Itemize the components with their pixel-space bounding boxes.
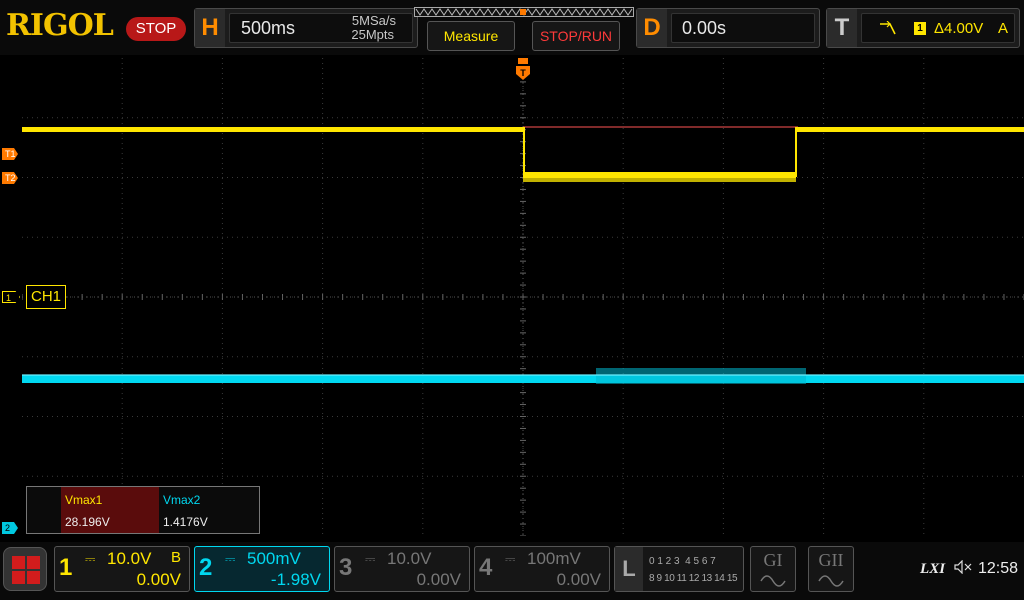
channel-offset: -1.98V xyxy=(270,570,321,589)
speaker-muted-icon[interactable] xyxy=(953,559,972,575)
measurement-name: Vmax1 xyxy=(65,493,103,507)
trigger-source-badge: 1 xyxy=(914,22,926,35)
timebase-value: 500ms xyxy=(241,18,296,38)
logic-tag: L xyxy=(615,547,643,591)
channel-number: 1 xyxy=(59,554,73,581)
ch2-offset-marker[interactable]: 2 xyxy=(2,522,18,534)
ch1-offset-marker[interactable]: 1 xyxy=(2,291,20,303)
trigger-mode: A xyxy=(998,20,1009,37)
run-state-badge[interactable]: STOP xyxy=(126,17,186,41)
delay-tag: D xyxy=(637,9,667,47)
horizontal-tag: H xyxy=(195,9,225,47)
channel-offset: 0.00V xyxy=(556,570,601,589)
measurement-value: 1.4176V xyxy=(163,515,208,529)
system-status: LXI 12:58 xyxy=(920,559,1018,578)
horizontal-field: 500ms 5MSa/s 25Mpts xyxy=(229,13,413,43)
channel-number: 4 xyxy=(479,554,493,581)
sample-rate: 5MSa/s xyxy=(351,13,396,28)
menu-grid-icon xyxy=(12,556,25,569)
channel-number: 3 xyxy=(339,554,353,581)
channel-4-panel[interactable]: 4 ⎓ 100mV 0.00V xyxy=(474,546,610,592)
generator-1-label: GI xyxy=(763,550,783,570)
generator-2-button[interactable]: GII xyxy=(808,546,854,592)
dc-coupling-icon: ⎓ xyxy=(225,551,236,566)
trigger-t2-marker[interactable]: T2 xyxy=(2,172,18,184)
trigger-level: Δ4.00V xyxy=(934,20,984,37)
dc-coupling-icon: ⎓ xyxy=(85,551,96,566)
trigger-tag: T xyxy=(827,9,857,47)
brand-logo: RIGOL xyxy=(6,8,114,43)
bandwidth-limit-flag: B xyxy=(170,549,181,566)
bottom-control-bar: 1 ⎓ 10.0V B 0.00V 2 ⎓ 500mV -1.98V 3 ⎓ 10.0V 0.00V 4 ⎓… xyxy=(0,542,1024,600)
generator-2-label: GII xyxy=(818,550,844,570)
measurement-item-vmax2[interactable]: Vmax2 1.4176V xyxy=(159,487,259,533)
channel-scale: 500mV xyxy=(247,549,301,568)
dc-coupling-icon: ⎓ xyxy=(505,551,516,566)
channel-offset: 0.00V xyxy=(416,570,461,589)
horizontal-panel[interactable]: H 500ms 5MSa/s 25Mpts xyxy=(194,8,418,48)
logic-channels-high: 8 9 10 11 12 13 14 15 xyxy=(649,573,738,584)
dc-coupling-icon: ⎓ xyxy=(365,551,376,566)
measurement-item-vmax1[interactable]: Vmax1 28.196V xyxy=(61,487,159,533)
memory-depth: 25Mpts xyxy=(351,27,394,42)
waveform-display[interactable]: T xyxy=(22,58,1024,536)
trigger-marker-label: T xyxy=(520,68,526,78)
measure-button[interactable]: Measure xyxy=(427,21,515,51)
channel-offset: 0.00V xyxy=(136,570,181,589)
ch1-label: CH1 xyxy=(26,285,66,309)
measurement-name: Vmax2 xyxy=(163,493,201,507)
channel-1-panel[interactable]: 1 ⎓ 10.0V B 0.00V xyxy=(54,546,190,592)
measurement-value: 28.196V xyxy=(65,515,110,529)
sine-wave-icon xyxy=(818,575,844,587)
trigger-field: 1 Δ4.00V A xyxy=(861,13,1015,43)
trigger-position-diagram xyxy=(414,7,634,17)
logic-analyzer-panel[interactable]: L 0 1 2 3 4 5 6 7 8 9 10 11 12 13 14 15 xyxy=(614,546,744,592)
sine-wave-icon xyxy=(760,575,786,587)
logic-channels-low: 0 1 2 3 4 5 6 7 xyxy=(649,556,716,567)
channel-scale: 10.0V xyxy=(107,549,152,568)
channel-number: 2 xyxy=(199,554,213,581)
generator-1-button[interactable]: GI xyxy=(750,546,796,592)
channel-scale: 10.0V xyxy=(387,549,432,568)
measurement-panel[interactable]: Vmax1 28.196V Vmax2 1.4176V xyxy=(26,486,260,534)
channel-3-panel[interactable]: 3 ⎓ 10.0V 0.00V xyxy=(334,546,470,592)
delay-field: 0.00s xyxy=(671,13,815,43)
top-status-bar: RIGOL STOP H 500ms 5MSa/s 25Mpts Measure… xyxy=(0,0,1024,55)
trigger-panel[interactable]: T 1 Δ4.00V A xyxy=(826,8,1020,48)
lxi-logo: LXI xyxy=(920,561,946,577)
home-menu-button[interactable] xyxy=(3,547,47,591)
trigger-t1-marker[interactable]: T1 xyxy=(2,148,18,160)
clock-time: 12:58 xyxy=(977,560,1018,577)
channel-2-panel[interactable]: 2 ⎓ 500mV -1.98V xyxy=(194,546,330,592)
delay-value: 0.00s xyxy=(682,18,727,38)
stop-run-button[interactable]: STOP/RUN xyxy=(532,21,620,51)
channel-scale: 100mV xyxy=(527,549,581,568)
delay-panel[interactable]: D 0.00s xyxy=(636,8,820,48)
falling-edge-icon xyxy=(880,21,896,35)
